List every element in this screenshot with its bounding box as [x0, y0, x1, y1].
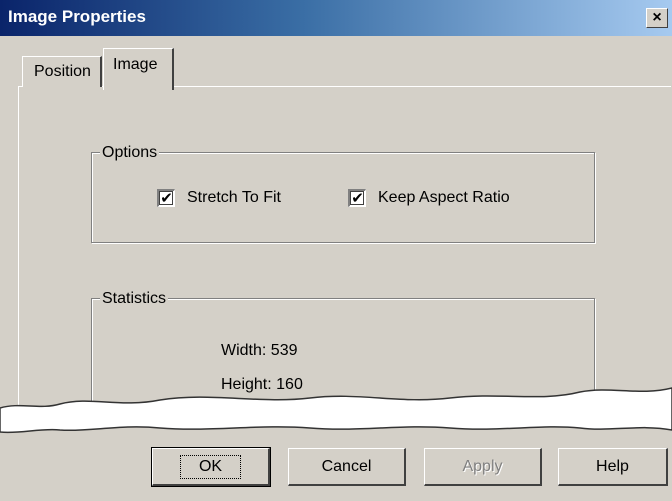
- apply-button[interactable]: Apply: [424, 448, 542, 486]
- ok-button-label: OK: [179, 454, 242, 479]
- check-icon[interactable]: ✔: [157, 189, 175, 207]
- options-legend: Options: [100, 144, 160, 162]
- image-height-value: Height: 160: [221, 376, 303, 393]
- tab-position-label: Position: [34, 63, 91, 80]
- tab-position[interactable]: Position: [22, 56, 102, 87]
- image-properties-dialog: Image Properties × Position Image Option…: [0, 0, 672, 501]
- close-icon: ×: [652, 9, 662, 26]
- image-width-value: Width: 539: [221, 342, 298, 359]
- close-button[interactable]: ×: [646, 8, 668, 28]
- tab-image[interactable]: Image: [103, 48, 174, 90]
- statistics-legend: Statistics: [100, 290, 169, 308]
- stretch-to-fit-label: Stretch To Fit: [187, 189, 281, 206]
- ok-button[interactable]: OK: [151, 447, 271, 487]
- keep-aspect-ratio-label: Keep Aspect Ratio: [378, 189, 510, 206]
- tab-image-label: Image: [113, 56, 158, 73]
- check-icon[interactable]: ✔: [348, 189, 366, 207]
- keep-aspect-ratio-checkbox[interactable]: ✔ Keep Aspect Ratio: [348, 189, 510, 207]
- cancel-button-label: Cancel: [321, 457, 372, 475]
- help-button-label: Help: [596, 457, 629, 475]
- title-bar[interactable]: Image Properties ×: [0, 0, 672, 36]
- window-title: Image Properties: [8, 7, 146, 26]
- cancel-button[interactable]: Cancel: [288, 448, 406, 486]
- stretch-to-fit-checkbox[interactable]: ✔ Stretch To Fit: [157, 189, 281, 207]
- help-button[interactable]: Help: [558, 448, 668, 486]
- apply-button-label: Apply: [462, 457, 503, 475]
- statistics-group: [91, 298, 595, 418]
